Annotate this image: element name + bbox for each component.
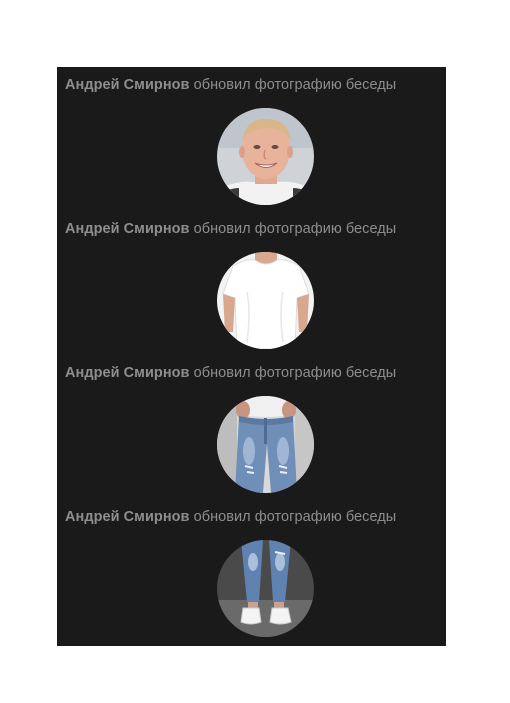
service-message-text: Андрей Смирнов обновил фотографию беседы: [65, 221, 396, 237]
jeans-torso-image: [217, 396, 314, 493]
author-link[interactable]: Андрей Смирнов: [65, 365, 190, 381]
white-tshirt-image: [217, 252, 314, 349]
jeans-sneakers-image: [217, 540, 314, 637]
chat-photo-thumbnail[interactable]: [217, 540, 314, 637]
chat-photo-thumbnail[interactable]: [217, 108, 314, 205]
action-text: обновил фотографию беседы: [193, 509, 397, 525]
action-text: обновил фотографию беседы: [193, 365, 397, 381]
service-message-text: Андрей Смирнов обновил фотографию беседы: [65, 77, 396, 93]
face-photo-image: [217, 108, 314, 205]
service-message-text: Андрей Смирнов обновил фотографию беседы: [65, 509, 396, 525]
author-link[interactable]: Андрей Смирнов: [65, 77, 190, 93]
author-link[interactable]: Андрей Смирнов: [65, 221, 190, 237]
action-text: обновил фотографию беседы: [193, 221, 397, 237]
service-message-text: Андрей Смирнов обновил фотографию беседы: [65, 365, 396, 381]
action-text: обновил фотографию беседы: [193, 77, 397, 93]
chat-history-panel: Андрей Смирнов обновил фотографию беседы: [57, 67, 446, 646]
chat-photo-thumbnail[interactable]: [217, 396, 314, 493]
chat-photo-thumbnail[interactable]: [217, 252, 314, 349]
author-link[interactable]: Андрей Смирнов: [65, 509, 190, 525]
